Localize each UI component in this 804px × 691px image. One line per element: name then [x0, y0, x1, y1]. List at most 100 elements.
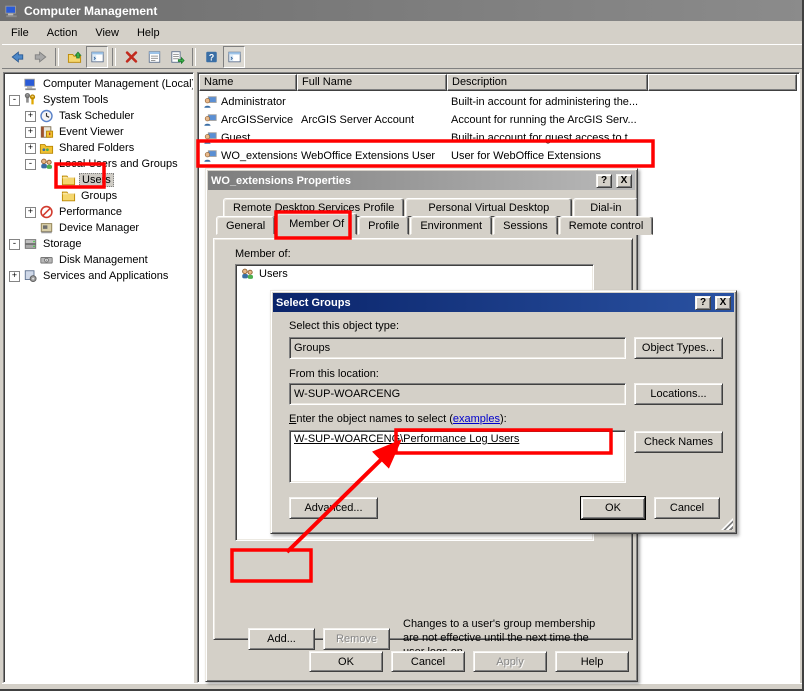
tree-item-disk-management[interactable]: Disk Management	[4, 252, 193, 268]
tree-item-device-manager[interactable]: Device Manager	[4, 220, 193, 236]
object-names-label: Enter the object names to select (exampl…	[289, 413, 507, 425]
computer-icon	[23, 77, 38, 91]
column-header-name[interactable]: Name	[199, 74, 297, 91]
remove-button[interactable]: Remove	[323, 628, 390, 650]
help-button[interactable]	[200, 46, 222, 68]
performance-icon	[39, 205, 54, 219]
window-titlebar: Computer Management	[0, 0, 804, 21]
column-header-description[interactable]: Description	[447, 74, 648, 91]
tab-row-front: General Member Of Profile Environment Se…	[216, 216, 653, 235]
tab-dial-in[interactable]: Dial-in	[573, 198, 638, 217]
console-tree-pane: Computer Management (Local) -System Tool…	[3, 72, 194, 683]
folder-up-icon	[67, 50, 82, 64]
list-row-arcgisservice[interactable]: ArcGISService ArcGIS Server Account Acco…	[199, 111, 797, 129]
list-row-wo-extensions[interactable]: WO_extensions WebOffice Extensions User …	[199, 147, 797, 165]
export-list-button[interactable]	[166, 46, 188, 68]
tree-item-shared-folders[interactable]: +Shared Folders	[4, 140, 193, 156]
properties-button[interactable]	[143, 46, 165, 68]
tree-item-computer-management[interactable]: Computer Management (Local)	[4, 76, 193, 92]
ok-button[interactable]: OK	[581, 497, 645, 519]
show-console-tree-button[interactable]	[86, 46, 108, 68]
disk-icon	[39, 253, 54, 267]
tree-expander[interactable]: -	[9, 95, 20, 106]
window-title: Computer Management	[24, 4, 157, 18]
properties-dialog-title: WO_extensions Properties	[211, 175, 351, 187]
forward-button[interactable]	[29, 46, 51, 68]
system-tools-icon	[23, 93, 38, 107]
column-header-blank[interactable]	[648, 74, 797, 91]
tree-item-local-users-groups[interactable]: -Local Users and Groups	[4, 156, 193, 172]
tree-item-storage[interactable]: -Storage	[4, 236, 193, 252]
device-manager-icon	[39, 221, 54, 235]
menu-bar: File Action View Help	[2, 22, 802, 45]
tab-environment[interactable]: Environment	[410, 216, 492, 235]
show-action-pane-button[interactable]	[223, 46, 245, 68]
resize-grip[interactable]	[721, 518, 733, 530]
user-icon	[203, 113, 218, 127]
tab-remote-control[interactable]: Remote control	[559, 216, 654, 235]
delete-button[interactable]	[120, 46, 142, 68]
export-list-icon	[170, 50, 185, 64]
object-type-label: Select this object type:	[289, 320, 399, 332]
tree-expander[interactable]: +	[25, 111, 36, 122]
location-field[interactable]: W-SUP-WOARCENG	[289, 383, 626, 405]
cancel-button[interactable]: Cancel	[391, 651, 465, 672]
locations-button[interactable]: Locations...	[634, 383, 723, 405]
help-button[interactable]: Help	[555, 651, 629, 672]
advanced-button[interactable]: Advanced...	[289, 497, 378, 519]
column-header-full-name[interactable]: Full Name	[297, 74, 447, 91]
member-of-list-item-users[interactable]: Users	[240, 267, 288, 281]
close-icon[interactable]: X	[616, 174, 632, 188]
menu-view[interactable]: View	[86, 24, 128, 42]
tab-member-of[interactable]: Member Of	[276, 213, 357, 235]
tree-item-event-viewer[interactable]: +Event Viewer	[4, 124, 193, 140]
select-groups-title: Select Groups	[276, 297, 351, 309]
tree-expander[interactable]: -	[9, 239, 20, 250]
event-viewer-icon	[39, 125, 54, 139]
computer-management-window: ? Computer Management File Action View H…	[0, 0, 804, 691]
object-type-field[interactable]: Groups	[289, 337, 626, 359]
menu-file[interactable]: File	[2, 24, 38, 42]
tree-item-performance[interactable]: +Performance	[4, 204, 193, 220]
tree-item-groups[interactable]: Groups	[4, 188, 193, 204]
tree-expander[interactable]: +	[9, 271, 20, 282]
folder-icon	[61, 173, 76, 187]
list-row-administrator[interactable]: Administrator Built-in account for admin…	[199, 93, 797, 111]
tree-item-task-scheduler[interactable]: +Task Scheduler	[4, 108, 193, 124]
check-names-button[interactable]: Check Names	[634, 431, 723, 453]
folder-icon	[61, 189, 76, 203]
menu-action[interactable]: Action	[38, 24, 87, 42]
computer-management-icon	[4, 4, 19, 18]
tab-sessions[interactable]: Sessions	[493, 216, 558, 235]
tab-profile[interactable]: Profile	[358, 216, 409, 235]
tree-expander[interactable]: +	[25, 143, 36, 154]
tree-item-services-applications[interactable]: +Services and Applications	[4, 268, 193, 284]
dialog-help-icon[interactable]: ?	[695, 296, 711, 310]
toolbar	[2, 45, 802, 69]
menu-help[interactable]: Help	[128, 24, 169, 42]
back-arrow-icon	[10, 50, 25, 64]
object-types-button[interactable]: Object Types...	[634, 337, 723, 359]
close-icon[interactable]: X	[715, 296, 731, 310]
examples-link[interactable]: examples	[453, 413, 500, 425]
apply-button[interactable]: Apply	[473, 651, 547, 672]
tree-item-system-tools[interactable]: -System Tools	[4, 92, 193, 108]
dialog-help-icon[interactable]: ?	[596, 174, 612, 188]
member-of-label: Member of:	[235, 248, 291, 260]
from-location-label: From this location:	[289, 368, 379, 380]
ok-button[interactable]: OK	[309, 651, 383, 672]
storage-icon	[23, 237, 38, 251]
back-button[interactable]	[6, 46, 28, 68]
tree-item-users[interactable]: Users	[4, 172, 193, 188]
list-row-guest[interactable]: Guest Built-in account for guest access …	[199, 129, 797, 147]
up-one-level-button[interactable]	[63, 46, 85, 68]
tree-expander[interactable]: -	[25, 159, 36, 170]
tab-personal-virtual-desktop[interactable]: Personal Virtual Desktop	[405, 198, 572, 217]
add-button[interactable]: Add...	[248, 628, 315, 650]
forward-arrow-icon	[33, 50, 48, 64]
tree-expander[interactable]: +	[25, 207, 36, 218]
object-names-input[interactable]: W-SUP-WOARCENG\Performance Log Users	[289, 430, 626, 483]
tab-general[interactable]: General	[216, 216, 275, 235]
cancel-button[interactable]: Cancel	[654, 497, 720, 519]
tree-expander[interactable]: +	[25, 127, 36, 138]
